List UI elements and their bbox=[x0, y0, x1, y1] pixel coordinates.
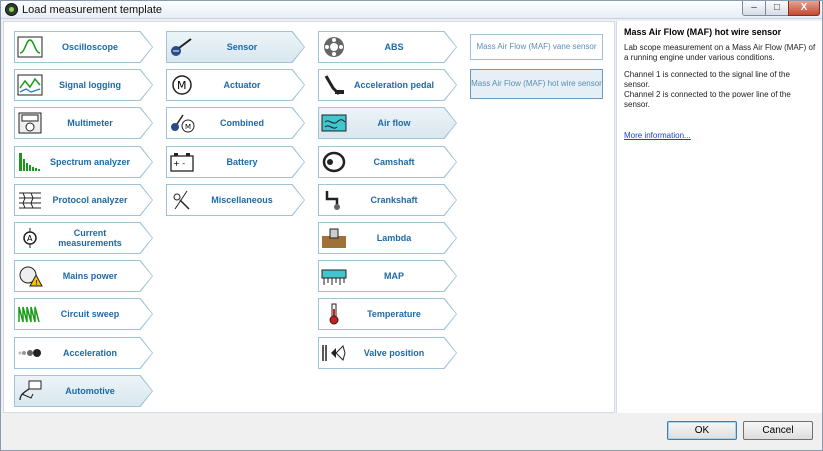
battery-icon: + - bbox=[169, 150, 195, 174]
tile-temperature[interactable]: Temperature bbox=[318, 298, 457, 330]
tile-label: Automotive bbox=[65, 386, 115, 396]
tile-label: Battery bbox=[226, 157, 258, 167]
tile-label: Mains power bbox=[62, 271, 118, 281]
tile-battery[interactable]: + - Battery bbox=[166, 146, 305, 178]
tile-label: Current measurements bbox=[58, 228, 122, 248]
tile-label: Lambda bbox=[376, 233, 412, 243]
tile-label: Multimeter bbox=[67, 118, 113, 128]
tile-label: Crankshaft bbox=[370, 195, 418, 205]
template-maf-hot-wire-button[interactable]: Mass Air Flow (MAF) hot wire sensor bbox=[470, 69, 603, 99]
valve-icon bbox=[321, 341, 347, 365]
title-bar: Load measurement template – □ X bbox=[1, 1, 822, 19]
tile-sensor[interactable]: Sensor bbox=[166, 31, 305, 63]
protocol-analyzer-icon bbox=[17, 188, 43, 212]
tile-label: Spectrum analyzer bbox=[49, 157, 131, 167]
svg-text:+ -: + - bbox=[173, 159, 185, 168]
multimeter-icon bbox=[17, 111, 43, 135]
maximize-button[interactable]: □ bbox=[765, 1, 789, 16]
svg-text:M: M bbox=[177, 79, 187, 92]
tile-multimeter[interactable]: Multimeter bbox=[14, 107, 153, 139]
abs-wheel-icon bbox=[321, 35, 347, 59]
crankshaft-icon bbox=[321, 188, 347, 212]
app-icon bbox=[5, 3, 18, 16]
close-button[interactable]: X bbox=[788, 1, 820, 16]
air-flow-icon bbox=[321, 111, 347, 135]
tile-label: Oscilloscope bbox=[61, 42, 119, 52]
tile-automotive[interactable]: Automotive bbox=[14, 375, 153, 407]
button-bar: OK Cancel bbox=[1, 414, 822, 450]
mains-power-icon: ! bbox=[17, 264, 43, 288]
map-sensor-icon bbox=[321, 264, 347, 288]
signal-logging-icon bbox=[17, 73, 43, 97]
window-title: Load measurement template bbox=[22, 4, 163, 16]
tile-mains-power[interactable]: ! Mains power bbox=[14, 260, 153, 292]
info-panel: Mass Air Flow (MAF) hot wire sensor Lab … bbox=[616, 21, 822, 413]
info-channel1: Channel 1 is connected to the signal lin… bbox=[624, 70, 790, 89]
tile-abs[interactable]: ABS bbox=[318, 31, 457, 63]
tile-label: Signal logging bbox=[59, 80, 121, 90]
acceleration-icon bbox=[17, 341, 43, 365]
tile-label: Miscellaneous bbox=[211, 195, 273, 205]
info-channel2: Channel 2 is connected to the power line… bbox=[624, 90, 791, 109]
svg-text:M: M bbox=[185, 123, 191, 131]
template-label: Mass Air Flow (MAF) vane sensor bbox=[476, 42, 597, 51]
spectrum-analyzer-icon bbox=[17, 150, 43, 174]
lambda-icon bbox=[321, 226, 347, 250]
tile-acceleration-pedal[interactable]: Acceleration pedal bbox=[318, 69, 457, 101]
info-title: Mass Air Flow (MAF) hot wire sensor bbox=[624, 27, 782, 37]
automotive-icon bbox=[17, 379, 43, 403]
svg-text:!: ! bbox=[35, 279, 38, 287]
pedal-icon bbox=[321, 73, 347, 97]
tile-combined[interactable]: M Combined bbox=[166, 107, 305, 139]
tile-label: ABS bbox=[384, 42, 404, 52]
tile-valve-position[interactable]: Valve position bbox=[318, 337, 457, 369]
minimize-button[interactable]: – bbox=[742, 1, 766, 16]
tile-actuator[interactable]: M Actuator bbox=[166, 69, 305, 101]
tile-label: Acceleration bbox=[62, 348, 118, 358]
tile-label: Acceleration pedal bbox=[353, 80, 435, 90]
tile-map[interactable]: MAP bbox=[318, 260, 457, 292]
oscilloscope-icon bbox=[17, 35, 43, 59]
tile-air-flow[interactable]: Air flow bbox=[318, 107, 457, 139]
tile-signal-logging[interactable]: Signal logging bbox=[14, 69, 153, 101]
tile-label: MAP bbox=[384, 271, 404, 281]
dialog-window: Load measurement template – □ X Oscillos… bbox=[0, 0, 823, 451]
current-clamp-icon: A bbox=[17, 226, 43, 250]
tile-acceleration[interactable]: Acceleration bbox=[14, 337, 153, 369]
more-information-link[interactable]: More information... bbox=[624, 131, 816, 140]
circuit-sweep-icon bbox=[17, 302, 43, 326]
ok-button[interactable]: OK bbox=[667, 421, 737, 440]
info-description: Lab scope measurement on a Mass Air Flow… bbox=[624, 43, 816, 62]
tile-label: Combined bbox=[220, 118, 264, 128]
sensor-icon bbox=[169, 35, 195, 59]
camshaft-icon bbox=[321, 150, 347, 174]
tile-label: Air flow bbox=[377, 118, 411, 128]
miscellaneous-icon bbox=[169, 188, 195, 212]
tile-oscilloscope[interactable]: Oscilloscope bbox=[14, 31, 153, 63]
tile-label: Protocol analyzer bbox=[52, 195, 128, 205]
combined-icon: M bbox=[169, 111, 195, 135]
motor-icon: M bbox=[169, 73, 195, 97]
tile-label: Circuit sweep bbox=[60, 309, 120, 319]
tile-current-measurements[interactable]: A Current measurements bbox=[14, 222, 153, 254]
tile-camshaft[interactable]: Camshaft bbox=[318, 146, 457, 178]
tile-label: Camshaft bbox=[373, 157, 415, 167]
tile-label: Temperature bbox=[367, 309, 421, 319]
tile-miscellaneous[interactable]: Miscellaneous bbox=[166, 184, 305, 216]
tile-spectrum-analyzer[interactable]: Spectrum analyzer bbox=[14, 146, 153, 178]
template-browser: Oscilloscope Signal logging Multimeter Spec… bbox=[3, 21, 615, 413]
tile-label: Actuator bbox=[223, 80, 261, 90]
cancel-button[interactable]: Cancel bbox=[743, 421, 813, 440]
tile-label: Sensor bbox=[226, 42, 258, 52]
tile-crankshaft[interactable]: Crankshaft bbox=[318, 184, 457, 216]
tile-label: Valve position bbox=[363, 348, 425, 358]
thermometer-icon bbox=[321, 302, 347, 326]
template-label: Mass Air Flow (MAF) hot wire sensor bbox=[471, 79, 602, 88]
tile-circuit-sweep[interactable]: Circuit sweep bbox=[14, 298, 153, 330]
template-maf-vane-button[interactable]: Mass Air Flow (MAF) vane sensor bbox=[470, 34, 603, 60]
tile-protocol-analyzer[interactable]: Protocol analyzer bbox=[14, 184, 153, 216]
svg-text:A: A bbox=[27, 234, 33, 243]
tile-lambda[interactable]: Lambda bbox=[318, 222, 457, 254]
